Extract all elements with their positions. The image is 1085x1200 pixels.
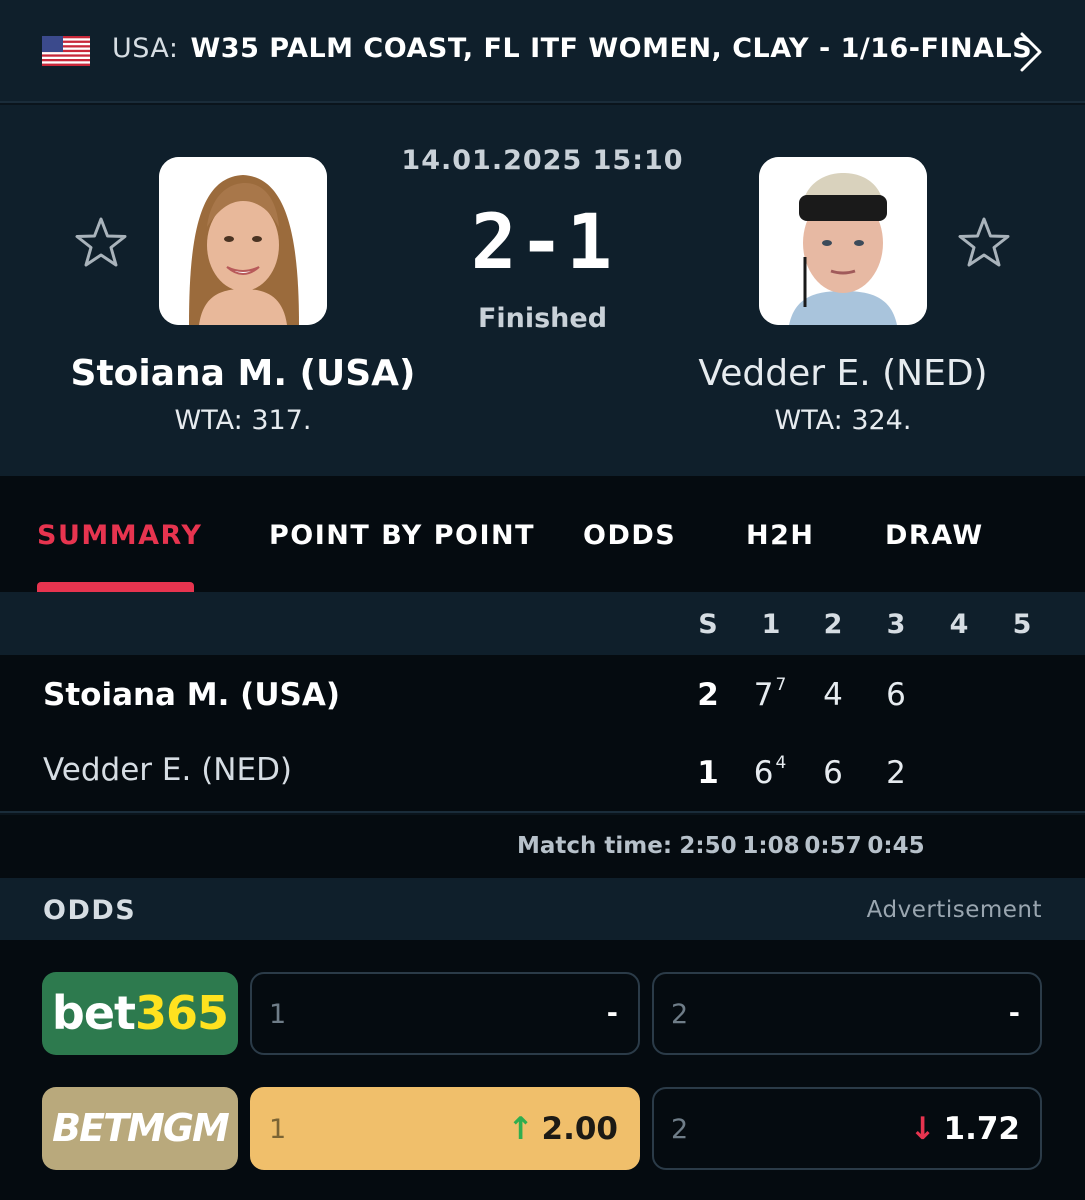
score-table-header: S 1 2 3 4 5 bbox=[0, 592, 1085, 655]
usa-flag-icon bbox=[42, 36, 90, 66]
breadcrumb-country: USA: bbox=[112, 33, 179, 64]
tab-bar: SUMMARY POINT BY POINT ODDS H2H DRAW bbox=[0, 476, 1085, 592]
avatar-away-player[interactable] bbox=[759, 157, 927, 325]
odds-button-bet365-away[interactable]: 2 - bbox=[652, 972, 1042, 1055]
row-away-name[interactable]: Vedder E. (NED) bbox=[43, 752, 292, 788]
match-header: 14.01.2025 15:10 2-1 Finished Stoiana M.… bbox=[0, 105, 1085, 476]
bet365-logo[interactable]: bet365 bbox=[42, 972, 238, 1055]
row-away-set1-tiebreak: 4 bbox=[775, 752, 787, 773]
odds-label: 1 bbox=[269, 1114, 287, 1145]
odds-value-wrapper: ↓ 1.72 bbox=[910, 1111, 1020, 1147]
odds-button-bet365-home[interactable]: 1 - bbox=[250, 972, 640, 1055]
odds-value: 1.72 bbox=[943, 1111, 1021, 1147]
advertisement-label: Advertisement bbox=[866, 897, 1042, 923]
match-time-label: Match time: bbox=[517, 833, 673, 859]
match-time-set1: 1:08 bbox=[742, 833, 800, 859]
row-home-set3: 6 bbox=[886, 677, 906, 713]
odds-section-header: ODDS Advertisement bbox=[0, 878, 1085, 940]
odds-title: ODDS bbox=[43, 895, 137, 926]
chevron-right-icon[interactable] bbox=[1014, 30, 1046, 74]
breadcrumb-tournament: W35 PALM COAST, FL ITF WOMEN, CLAY - 1/1… bbox=[190, 33, 1033, 64]
tab-h2h[interactable]: H2H bbox=[746, 520, 814, 551]
home-player-name[interactable]: Stoiana M. (USA) bbox=[43, 353, 443, 394]
row-home-sets: 2 bbox=[697, 677, 719, 713]
col-header-sets: S bbox=[698, 609, 718, 640]
odds-button-betmgm-home[interactable]: 1 ↑ 2.00 bbox=[250, 1087, 640, 1170]
tab-summary[interactable]: SUMMARY bbox=[37, 520, 202, 551]
col-header-set5: 5 bbox=[1012, 609, 1032, 640]
odds-button-betmgm-away[interactable]: 2 ↓ 1.72 bbox=[652, 1087, 1042, 1170]
row-home-set1: 77 bbox=[753, 674, 787, 713]
tab-point-by-point[interactable]: POINT BY POINT bbox=[269, 520, 535, 551]
tab-odds[interactable]: ODDS bbox=[583, 520, 676, 551]
away-player-rank: WTA: 324. bbox=[774, 405, 912, 436]
score-table: Stoiana M. (USA) 2 77 4 6 Vedder E. (NED… bbox=[0, 655, 1085, 813]
favorite-star-icon-away[interactable] bbox=[956, 215, 1012, 271]
col-header-set4: 4 bbox=[949, 609, 969, 640]
betmgm-logo[interactable]: BETMGM bbox=[42, 1087, 238, 1170]
col-header-set3: 3 bbox=[886, 609, 906, 640]
odds-list: bet365 1 - 2 - BETMGM 1 ↑ 2.00 2 ↓ 1.72 bbox=[0, 940, 1085, 1200]
row-away-set2: 6 bbox=[823, 755, 843, 791]
player-photo-icon bbox=[759, 157, 927, 325]
match-time-row: Match time: 2:50 1:08 0:57 0:45 bbox=[0, 815, 1085, 878]
odds-label: 1 bbox=[269, 999, 287, 1030]
row-home-set1-tiebreak: 7 bbox=[775, 674, 787, 695]
match-time-set2: 0:57 bbox=[804, 833, 862, 859]
tab-draw[interactable]: DRAW bbox=[885, 520, 984, 551]
arrow-down-icon: ↓ bbox=[909, 1111, 936, 1147]
match-time-total: 2:50 bbox=[679, 833, 737, 859]
breadcrumb[interactable]: USA: W35 PALM COAST, FL ITF WOMEN, CLAY -… bbox=[112, 33, 1032, 64]
tournament-header[interactable]: USA: W35 PALM COAST, FL ITF WOMEN, CLAY -… bbox=[0, 0, 1085, 103]
odds-label: 2 bbox=[671, 999, 689, 1030]
row-home-name[interactable]: Stoiana M. (USA) bbox=[43, 677, 340, 713]
col-header-set1: 1 bbox=[761, 609, 781, 640]
row-home-set2: 4 bbox=[823, 677, 843, 713]
arrow-up-icon: ↑ bbox=[507, 1111, 534, 1147]
row-away-set3: 2 bbox=[886, 755, 906, 791]
odds-value: - bbox=[1008, 998, 1020, 1029]
home-player-rank: WTA: 317. bbox=[174, 405, 312, 436]
odds-label: 2 bbox=[671, 1114, 689, 1145]
row-away-sets: 1 bbox=[697, 755, 719, 791]
active-tab-indicator bbox=[37, 582, 194, 592]
col-header-set2: 2 bbox=[823, 609, 843, 640]
row-away-set1: 64 bbox=[753, 752, 787, 791]
odds-value: 2.00 bbox=[541, 1111, 619, 1147]
odds-value: - bbox=[606, 998, 618, 1029]
away-player-name[interactable]: Vedder E. (NED) bbox=[643, 353, 1043, 394]
odds-value-wrapper: ↑ 2.00 bbox=[508, 1111, 618, 1147]
match-time-set3: 0:45 bbox=[867, 833, 925, 859]
